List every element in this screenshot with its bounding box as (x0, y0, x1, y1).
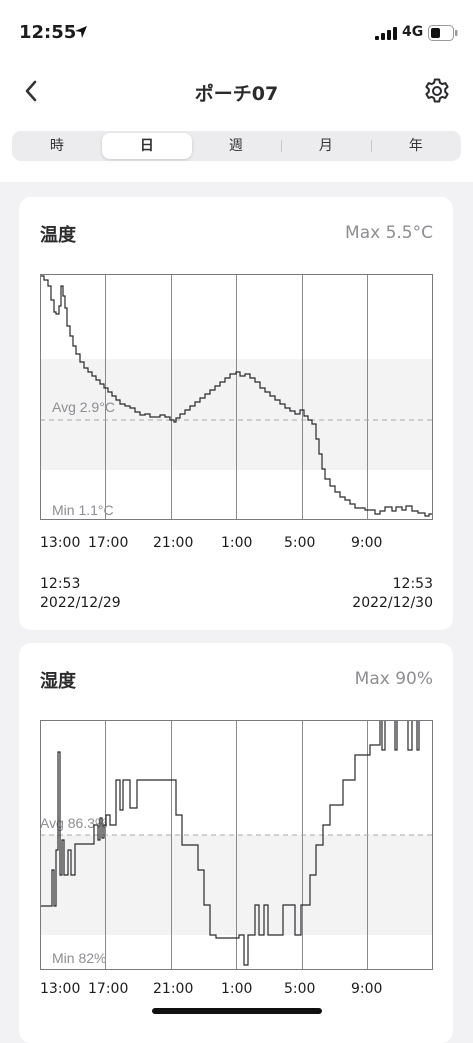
x-tick: 1:00 (221, 535, 253, 551)
tab-year[interactable]: 年 (371, 131, 461, 161)
battery-icon (428, 25, 458, 41)
temperature-chart: Avg 2.9°C Min 1.1°C (40, 274, 433, 520)
signal-icon (375, 27, 397, 40)
humidity-chart: Avg 86.3% Min 82% (40, 720, 433, 970)
period-segmented-control: 時 日 週 月 年 (12, 131, 461, 161)
network-type: 4G (402, 24, 424, 40)
x-tick: 5:00 (284, 981, 316, 997)
temperature-title: 温度 (40, 225, 76, 246)
period-selector-bar: 時 日 週 月 年 (0, 120, 473, 182)
min-label: Min 82% (52, 950, 106, 966)
settings-gear-icon[interactable] (422, 76, 452, 106)
tab-hour[interactable]: 時 (12, 131, 102, 161)
end-date: 2022/12/30 (352, 595, 433, 611)
temperature-card: 温度 Max 5.5°C Avg 2.9°C Min 1.1°C 13:00 1… (19, 197, 453, 630)
page-title: ポーチ07 (194, 83, 279, 105)
x-tick: 13:00 (40, 535, 81, 551)
avg-label: Avg 2.9°C (52, 399, 115, 415)
tab-day[interactable]: 日 (102, 133, 192, 159)
x-tick: 17:00 (88, 981, 129, 997)
home-indicator[interactable] (152, 1008, 322, 1014)
x-tick: 21:00 (153, 535, 194, 551)
x-tick: 17:00 (88, 535, 129, 551)
tab-week[interactable]: 週 (191, 131, 281, 161)
status-bar: 12:55 4G (0, 0, 473, 62)
tab-month[interactable]: 月 (281, 131, 371, 161)
start-time: 12:53 (40, 576, 81, 592)
x-tick: 21:00 (153, 981, 194, 997)
x-tick: 5:00 (284, 535, 316, 551)
min-label: Min 1.1°C (52, 502, 114, 518)
status-time: 12:55 (19, 22, 77, 43)
x-tick: 13:00 (40, 981, 81, 997)
nav-bar: ポーチ07 (0, 62, 473, 120)
start-date: 2022/12/29 (40, 595, 121, 611)
humidity-max: Max 90% (354, 669, 433, 689)
temperature-max: Max 5.5°C (345, 223, 433, 243)
x-tick: 9:00 (351, 981, 383, 997)
x-tick: 1:00 (221, 981, 253, 997)
humidity-title: 湿度 (40, 671, 76, 692)
location-arrow-icon (75, 26, 87, 38)
x-tick: 9:00 (351, 535, 383, 551)
end-time: 12:53 (392, 576, 433, 592)
humidity-card: 湿度 Max 90% Avg 86.3% Min 82% 13:00 17:00… (19, 643, 453, 1043)
avg-label: Avg 86.3% (40, 815, 107, 831)
